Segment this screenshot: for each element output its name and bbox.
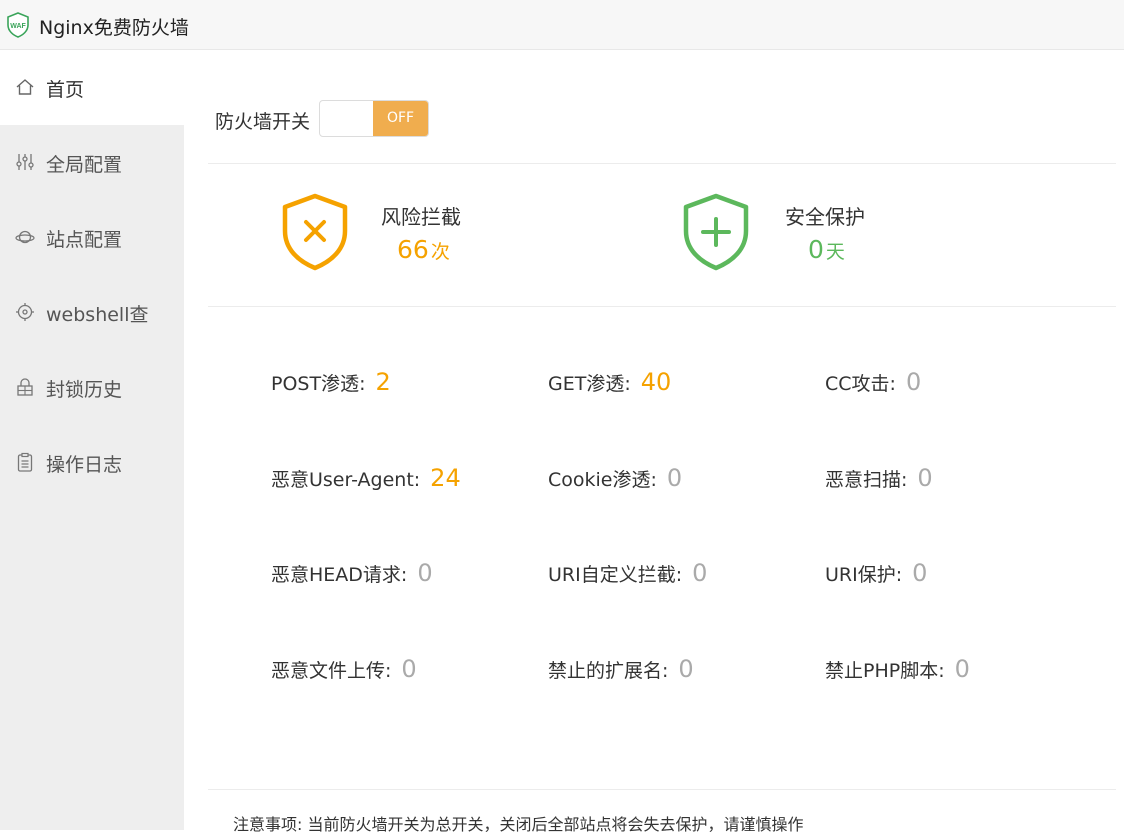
sidebar-item-block-history[interactable]: 封锁历史 bbox=[0, 350, 184, 425]
divider bbox=[208, 306, 1116, 307]
sidebar-item-operation-log[interactable]: 操作日志 bbox=[0, 425, 184, 500]
firewall-toggle[interactable]: OFF bbox=[319, 100, 429, 137]
sidebar-item-label: 封锁历史 bbox=[46, 379, 123, 401]
divider bbox=[208, 789, 1116, 790]
home-icon bbox=[16, 79, 34, 95]
planet-icon bbox=[15, 230, 35, 244]
sidebar: 首页 全局配置 站点配置 webshell查 封锁历史 操作日志 bbox=[0, 50, 184, 830]
metric-uri-custom-block: URI自定义拦截: 0 bbox=[548, 559, 708, 587]
target-icon bbox=[16, 303, 34, 321]
sidebar-item-home[interactable]: 首页 bbox=[0, 50, 184, 125]
sidebar-item-site-config[interactable]: 站点配置 bbox=[0, 200, 184, 275]
metric-cc-attack: CC攻击: 0 bbox=[825, 368, 922, 396]
risk-intercept-value: 66 次 bbox=[397, 235, 450, 264]
metric-forbidden-php-script: 禁止PHP脚本: 0 bbox=[825, 655, 970, 683]
sidebar-item-label: 站点配置 bbox=[46, 229, 123, 251]
metric-malicious-head-request: 恶意HEAD请求: 0 bbox=[271, 559, 433, 587]
metric-malicious-user-agent: 恶意User-Agent: 24 bbox=[271, 464, 461, 492]
sidebar-item-label: 操作日志 bbox=[46, 454, 123, 476]
metric-cookie-penetration: Cookie渗透: 0 bbox=[548, 464, 683, 492]
sidebar-item-webshell[interactable]: webshell查 bbox=[0, 275, 184, 350]
metric-forbidden-extension: 禁止的扩展名: 0 bbox=[548, 655, 694, 683]
metric-get-penetration: GET渗透: 40 bbox=[548, 368, 672, 396]
waf-logo-icon: WAF bbox=[7, 12, 29, 38]
divider bbox=[208, 163, 1116, 164]
app-title: Nginx免费防火墙 bbox=[39, 17, 189, 39]
sliders-icon bbox=[16, 154, 34, 170]
clipboard-icon bbox=[17, 452, 33, 472]
metric-post-penetration: POST渗透: 2 bbox=[271, 368, 391, 396]
metric-malicious-file-upload: 恶意文件上传: 0 bbox=[271, 655, 417, 683]
svg-text:WAF: WAF bbox=[10, 23, 26, 30]
safe-protection-title: 安全保护 bbox=[785, 205, 865, 229]
safe-shield-icon bbox=[683, 193, 749, 271]
risk-intercept-title: 风险拦截 bbox=[381, 205, 461, 229]
risk-shield-icon bbox=[282, 193, 348, 271]
sidebar-item-global-config[interactable]: 全局配置 bbox=[0, 125, 184, 200]
sidebar-item-label: 首页 bbox=[46, 79, 85, 101]
sidebar-item-label: 全局配置 bbox=[46, 154, 123, 176]
title-bar: WAF Nginx免费防火墙 bbox=[0, 0, 1124, 50]
firewall-switch-label: 防火墙开关 bbox=[215, 111, 311, 133]
metric-uri-protection: URI保护: 0 bbox=[825, 559, 928, 587]
sidebar-item-label: webshell查 bbox=[46, 304, 149, 326]
metric-malicious-scan: 恶意扫描: 0 bbox=[825, 464, 933, 492]
safe-protection-value: 0天 bbox=[808, 235, 845, 264]
toggle-state-off: OFF bbox=[373, 101, 428, 136]
lock-icon bbox=[17, 378, 33, 396]
notice-text: 注意事项: 当前防火墙开关为总开关，关闭后全部站点将会失去保护，请谨慎操作 bbox=[233, 815, 804, 834]
